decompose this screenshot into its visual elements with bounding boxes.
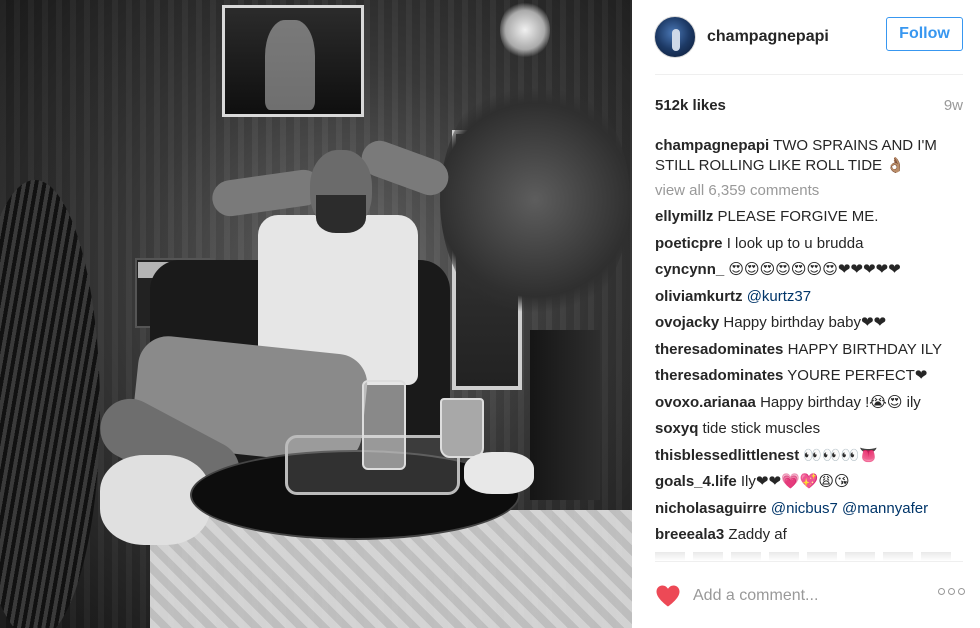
person-beard: [316, 195, 366, 233]
comment-row: ovojacky Happy birthday baby❤❤: [655, 313, 965, 333]
comment-mention[interactable]: @kurtz37: [747, 288, 811, 305]
comment-text: Happy birthday !😭😍 ily: [760, 393, 921, 411]
comment-text: HAPPY BIRTHDAY ILY: [787, 340, 943, 358]
comment-row: soxyq tide stick muscles: [655, 419, 965, 439]
post-header: champagnepapi Follow: [632, 0, 980, 74]
more-options-icon[interactable]: [938, 588, 965, 595]
post-side-panel: champagnepapi Follow 512k likes 9w champ…: [632, 0, 980, 628]
comment-text: I look up to u brudda: [726, 234, 864, 252]
likes-row: 512k likes 9w: [655, 97, 963, 114]
drinking-glass: [362, 380, 406, 470]
comment-text: tide stick muscles: [702, 420, 821, 437]
comment-author[interactable]: theresadominates: [655, 341, 783, 358]
post-photo[interactable]: [0, 0, 632, 628]
comment-text: 👀👀👀👅: [803, 446, 879, 464]
caption-author[interactable]: champagnepapi: [655, 137, 769, 154]
comment-row: theresadominates HAPPY BIRTHDAY ILY: [655, 340, 965, 360]
comment-author[interactable]: ovojacky: [655, 314, 719, 331]
instagram-post: champagnepapi Follow 512k likes 9w champ…: [0, 0, 980, 628]
comment-author[interactable]: ellymillz: [655, 208, 713, 225]
wall-picture-frame: [222, 5, 364, 117]
comments-fade: [655, 547, 965, 561]
comment-text: Ily❤❤💗💖😩😘: [740, 473, 850, 490]
comment-author[interactable]: ovoxo.arianaa: [655, 394, 756, 411]
comment-text: 😍😍😍😍😍😍😍❤❤❤❤❤: [728, 261, 901, 278]
comment-author[interactable]: goals_4.life: [655, 473, 737, 490]
comment-row: nicholasaguirre @nicbus7 @mannyafer: [655, 499, 965, 519]
likes-count[interactable]: 512k likes: [655, 97, 726, 114]
plant-pot: [530, 330, 600, 500]
comment-row: thisblessedlittlenest 👀👀👀👅: [655, 446, 965, 466]
comment-row: ovoxo.arianaa Happy birthday !😭😍 ily: [655, 393, 965, 413]
avatar[interactable]: [654, 16, 696, 58]
comment-row: ellymillz PLEASE FORGIVE ME.: [655, 207, 965, 227]
comment-row: cyncynn_ 😍😍😍😍😍😍😍❤❤❤❤❤: [655, 260, 965, 280]
comment-row: goals_4.life Ily❤❤💗💖😩😘: [655, 472, 965, 492]
comment-author[interactable]: oliviamkurtz: [655, 288, 743, 305]
heart-icon[interactable]: [655, 584, 681, 608]
comment-row: poeticpre I look up to u brudda: [655, 234, 965, 254]
header-username[interactable]: champagnepapi: [707, 28, 829, 46]
potted-palm: [440, 70, 630, 330]
framed-portrait: [265, 20, 315, 110]
dot: [938, 588, 945, 595]
comment-text: Happy birthday baby❤❤: [723, 314, 887, 331]
comment-author[interactable]: theresadominates: [655, 367, 783, 384]
comment-row: breeeala3 Zaddy af: [655, 525, 965, 545]
dot: [958, 588, 965, 595]
footer-divider: [655, 561, 963, 562]
orchid-flowers: [500, 0, 550, 60]
header-divider: [655, 74, 963, 75]
comment-row: theresadominates YOURE PERFECT❤: [655, 366, 965, 386]
post-timestamp[interactable]: 9w: [944, 97, 963, 114]
comment-mention[interactable]: @nicbus7: [771, 500, 838, 517]
comment-author[interactable]: cyncynn_: [655, 261, 724, 278]
comment-row: oliviamkurtz @kurtz37: [655, 287, 965, 307]
post-caption: champagnepapi TWO SPRAINS AND I'M STILL …: [655, 136, 965, 176]
follow-button[interactable]: Follow: [886, 17, 963, 51]
comment-author[interactable]: poeticpre: [655, 235, 723, 252]
comment-author[interactable]: breeeala3: [655, 526, 724, 543]
cup: [440, 398, 484, 458]
comment-author[interactable]: thisblessedlittlenest: [655, 447, 799, 464]
comment-author[interactable]: nicholasaguirre: [655, 500, 767, 517]
view-all-comments-link[interactable]: view all 6,359 comments: [655, 181, 965, 201]
dot: [948, 588, 955, 595]
comments-list[interactable]: champagnepapi TWO SPRAINS AND I'M STILL …: [655, 136, 965, 561]
comment-text: PLEASE FORGIVE ME.: [717, 208, 879, 225]
comment-text: Zaddy af: [728, 526, 787, 543]
comment-mention[interactable]: @mannyafer: [842, 500, 928, 517]
comment-author[interactable]: soxyq: [655, 420, 698, 437]
comment-text: YOURE PERFECT❤: [787, 367, 928, 384]
napkin: [464, 452, 534, 494]
comment-footer: [655, 578, 965, 614]
add-comment-input[interactable]: [693, 587, 913, 605]
